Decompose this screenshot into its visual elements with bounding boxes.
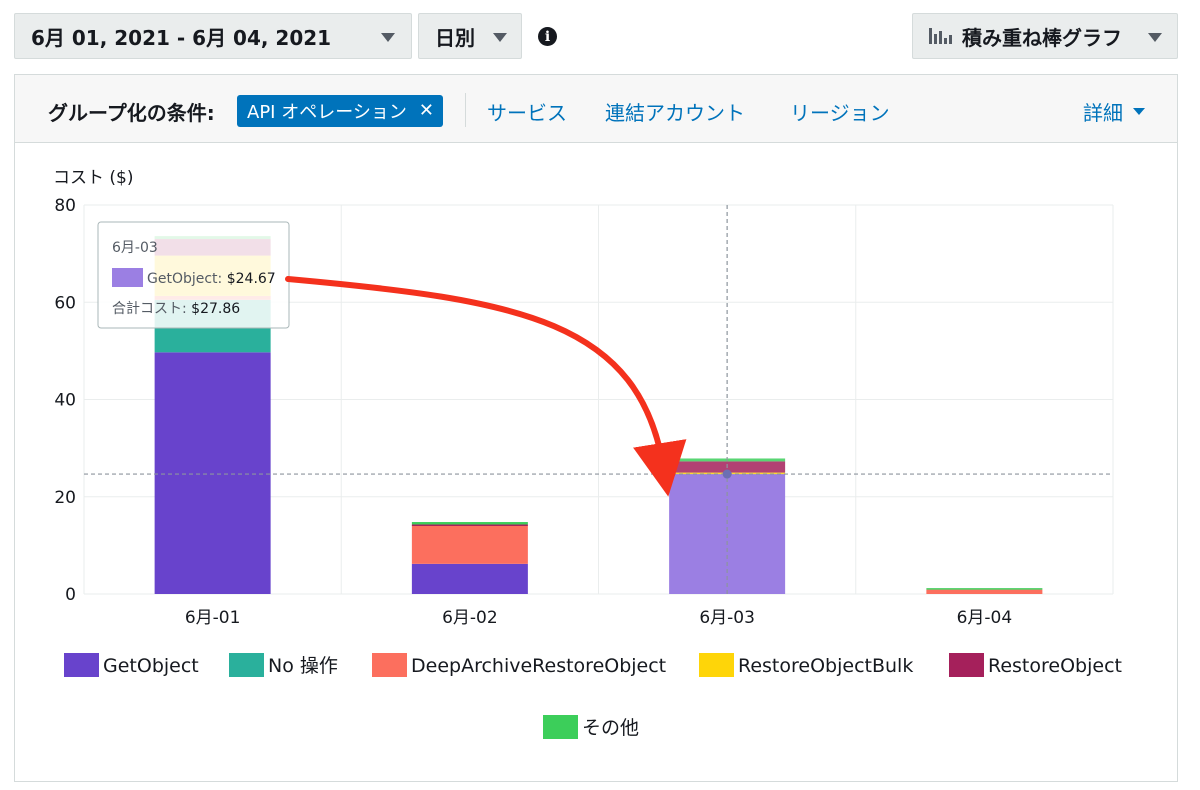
stacked-bar-chart: コスト ($) 0 20 40 60 80 6月-01 6月-02 6月-03 6月-04 Get…	[53, 168, 1122, 739]
legend-swatch[interactable]	[229, 653, 264, 677]
bar-segment[interactable]	[154, 352, 271, 594]
legend-label[interactable]: DeepArchiveRestoreObject	[411, 655, 666, 677]
x-tick-label: 6月-03	[699, 608, 755, 628]
y-tick-label: 0	[65, 585, 76, 605]
legend-swatch[interactable]	[949, 653, 984, 677]
legend-swatch[interactable]	[372, 653, 407, 677]
bar-segment[interactable]	[411, 525, 528, 564]
hover-point	[722, 469, 732, 479]
tooltip-title: 6月-03	[112, 240, 158, 256]
bar-segment[interactable]	[926, 588, 1043, 590]
tooltip-series: GetObject: $24.67	[147, 271, 276, 287]
legend-swatch[interactable]	[64, 653, 99, 677]
y-tick-label: 80	[54, 196, 76, 216]
tooltip-total: 合計コスト: $27.86	[112, 301, 240, 317]
legend-label[interactable]: No 操作	[268, 655, 338, 677]
bar-segment[interactable]	[926, 589, 1043, 594]
y-axis-label: コスト ($)	[53, 168, 133, 188]
x-tick-label: 6月-04	[957, 608, 1013, 628]
bar-segment[interactable]	[411, 522, 528, 525]
legend-label[interactable]: RestoreObjectBulk	[738, 655, 913, 677]
bar-segment[interactable]	[411, 524, 528, 526]
annotation-arrow	[285, 276, 687, 497]
y-tick-label: 20	[54, 488, 76, 508]
bar-segment[interactable]	[411, 563, 528, 594]
legend-swatch[interactable]	[543, 715, 578, 739]
x-tick-label: 6月-02	[442, 608, 498, 628]
legend-label[interactable]: GetObject	[103, 655, 199, 677]
legend-label[interactable]: RestoreObject	[988, 655, 1122, 677]
legend-swatch[interactable]	[699, 653, 734, 677]
y-tick-label: 60	[54, 293, 76, 313]
x-tick-label: 6月-01	[185, 608, 241, 628]
tooltip-swatch	[112, 268, 143, 287]
legend-label[interactable]: その他	[582, 717, 639, 739]
y-tick-label: 40	[54, 391, 76, 411]
